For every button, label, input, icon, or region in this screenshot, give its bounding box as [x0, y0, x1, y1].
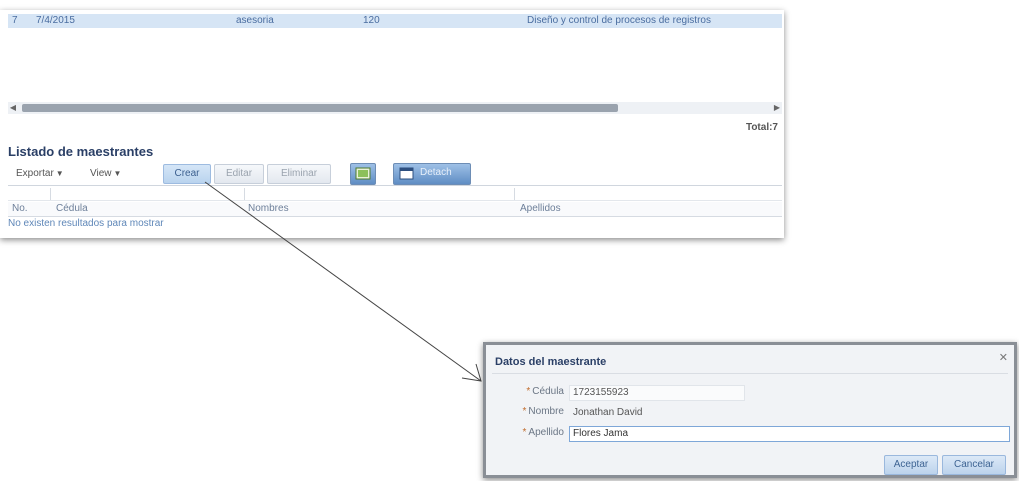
dialog-title: Datos del maestrante: [495, 356, 607, 368]
field-label: * Nombre: [492, 404, 564, 420]
field-row-cedula: * Cédula 1723155923: [492, 384, 1002, 401]
maestrante-dialog: Datos del maestrante ✕ * Cédula 172315592…: [483, 342, 1017, 478]
field-row-apellido: * Apellido Flores Jama: [492, 425, 1010, 442]
cedula-field[interactable]: 1723155923: [569, 385, 745, 401]
field-label: * Apellido: [492, 425, 565, 441]
apellido-field[interactable]: Flores Jama: [569, 426, 1010, 442]
close-icon[interactable]: ✕: [999, 351, 1008, 364]
field-row-nombre: * Nombre Jonathan David: [492, 404, 1002, 420]
nombre-label: Nombre: [528, 406, 564, 417]
cedula-label: Cédula: [532, 386, 564, 397]
field-label: * Cédula: [492, 384, 564, 400]
cancel-button[interactable]: Cancelar: [942, 455, 1006, 475]
dialog-divider: [492, 373, 1008, 374]
accept-button[interactable]: Aceptar: [884, 455, 938, 475]
nombre-field[interactable]: Jonathan David: [569, 405, 745, 421]
required-marker: *: [526, 386, 531, 397]
required-marker: *: [522, 406, 527, 417]
required-marker: *: [522, 427, 527, 438]
apellido-label: Apellido: [528, 427, 564, 438]
